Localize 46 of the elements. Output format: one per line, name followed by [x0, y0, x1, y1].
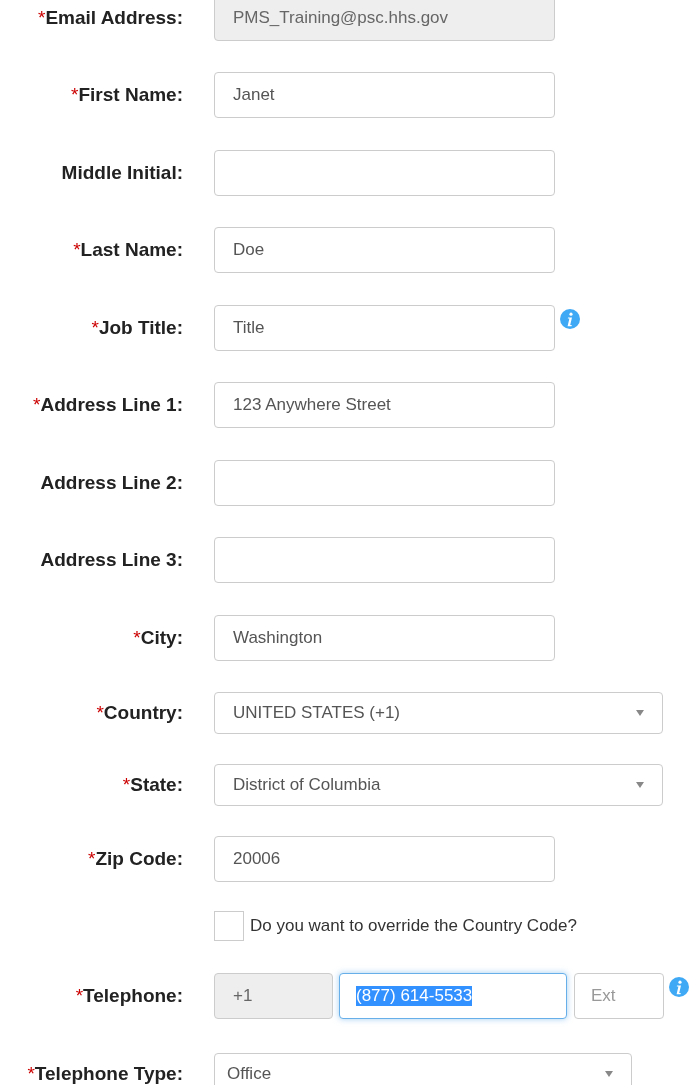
- field-label: Address Line 3:: [40, 549, 183, 571]
- field-label: Middle Initial:: [61, 161, 183, 183]
- field-label: Email Address:: [45, 6, 183, 28]
- text-field[interactable]: Title: [214, 304, 555, 351]
- info-icon[interactable]: [669, 977, 689, 997]
- field-label: Last Name:: [80, 239, 183, 261]
- dropdown[interactable]: UNITED STATES (+1): [214, 691, 663, 734]
- field-label: Address Line 1:: [40, 394, 183, 416]
- field-label: Country:: [103, 701, 183, 723]
- country-code-field: +1: [214, 973, 333, 1019]
- text-field[interactable]: Janet: [214, 72, 555, 119]
- required-mark: *: [33, 394, 41, 416]
- required-mark: *: [122, 773, 131, 795]
- field-label: Zip Code:: [95, 848, 183, 870]
- dropdown[interactable]: District of Columbia: [214, 763, 663, 806]
- required-mark: *: [73, 239, 81, 261]
- field-label: Telephone Type:: [34, 1063, 183, 1084]
- text-field[interactable]: Washington: [214, 614, 555, 661]
- text-field[interactable]: [214, 537, 555, 584]
- required-mark: *: [88, 848, 96, 870]
- dropdown[interactable]: Office: [214, 1053, 632, 1085]
- checkbox[interactable]: [214, 911, 244, 941]
- field-label: First Name:: [78, 84, 183, 106]
- caret-icon: [605, 1071, 613, 1077]
- field-label: City:: [140, 626, 183, 648]
- text-field[interactable]: Doe: [214, 227, 555, 274]
- required-mark: *: [27, 1063, 35, 1084]
- field-label: Telephone:: [83, 985, 183, 1006]
- text-field[interactable]: 123 Anywhere Street: [214, 382, 555, 429]
- field-label: State:: [130, 773, 183, 795]
- caret-icon: [636, 709, 644, 716]
- text-field[interactable]: 20006: [214, 836, 555, 883]
- caret-icon: [636, 781, 644, 788]
- text-field[interactable]: [214, 459, 555, 506]
- required-mark: *: [37, 6, 46, 28]
- field-label: Address Line 2:: [40, 471, 183, 493]
- info-icon[interactable]: [560, 308, 580, 329]
- required-mark: *: [133, 626, 141, 648]
- checkbox-label: Do you want to override the Country Code?: [250, 916, 577, 936]
- required-mark: *: [71, 84, 79, 106]
- required-mark: *: [91, 316, 99, 338]
- required-mark: *: [75, 985, 84, 1006]
- extension-field[interactable]: Ext: [574, 973, 664, 1019]
- required-mark: *: [96, 701, 104, 723]
- field-label: Job Title:: [98, 316, 183, 338]
- text-field[interactable]: [214, 149, 555, 196]
